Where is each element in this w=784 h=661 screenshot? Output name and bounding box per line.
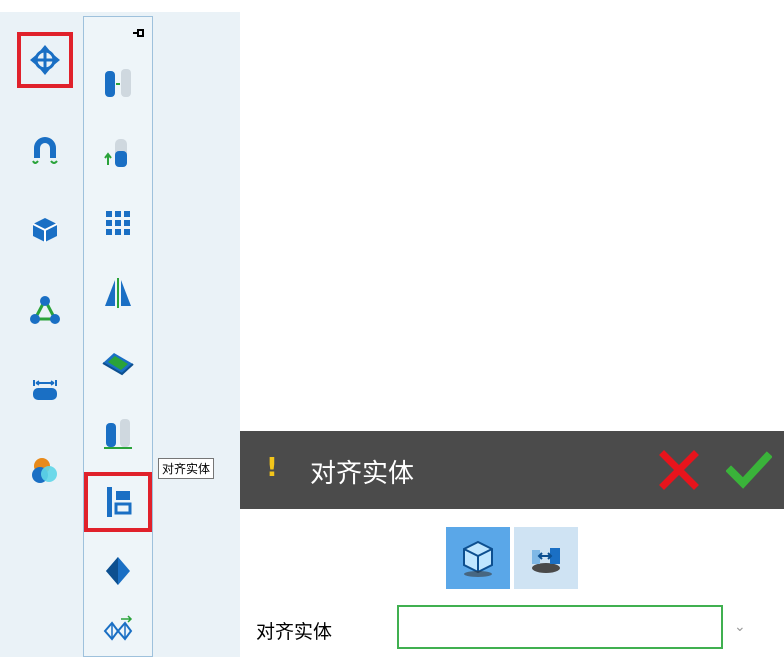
array-icon [106,211,130,235]
transform-button[interactable] [84,601,152,661]
translate-cylinder-button[interactable] [84,123,152,183]
cancel-button[interactable] [658,449,700,491]
move-tool-button[interactable] [17,32,73,88]
align-entity-input[interactable] [397,605,723,649]
check-icon [726,451,772,489]
cube-icon [463,540,493,577]
align-mode-distance-button[interactable] [514,527,578,589]
secondary-toolbar [83,16,153,657]
panel-body: 对齐实体 ⌄ [240,509,784,657]
mirror-button[interactable] [84,263,152,323]
constraint-icon [30,296,60,324]
magnet-tool-button[interactable] [17,122,73,178]
mirror-icon [105,278,131,308]
tooltip: 对齐实体 [158,458,215,479]
close-icon [659,450,699,490]
align-cylinders-button[interactable] [84,403,152,463]
slice-button[interactable] [84,333,152,393]
box-tool-button[interactable] [17,202,73,258]
measure-tool-button[interactable] [17,362,73,418]
left-toolbar-area [0,12,240,657]
color-icon [32,458,57,483]
align-cylinders-icon [104,419,132,449]
array-button[interactable] [84,193,152,253]
chevron-down-icon[interactable]: ⌄ [734,619,746,635]
align-distance-icon [532,548,560,573]
box-icon [32,218,58,242]
diamond-icon [106,557,130,585]
panel-title: 对齐实体 [310,459,415,489]
magnet-icon [32,137,58,164]
pattern-cylinder-button[interactable] [84,53,152,113]
transform-icon [103,615,133,641]
align-entity-field-label: 对齐实体 [256,621,333,643]
move-icon [30,45,60,75]
measure-icon [33,380,57,400]
translate-cylinder-icon [104,139,127,167]
align-mode-entity-button[interactable] [446,527,510,589]
panel-header: ! 对齐实体 [240,431,784,509]
align-entity-button[interactable] [84,472,152,532]
constraint-tool-button[interactable] [17,282,73,338]
warning-icon: ! [266,453,278,483]
pattern-cylinder-icon [105,69,131,97]
ok-button[interactable] [726,449,772,491]
slice-icon [102,353,134,376]
pin-icon[interactable] [132,27,146,39]
primary-toolbar [0,12,80,657]
diamond-button[interactable] [84,541,152,601]
color-tool-button[interactable] [17,442,73,498]
align-entity-icon [107,487,132,517]
